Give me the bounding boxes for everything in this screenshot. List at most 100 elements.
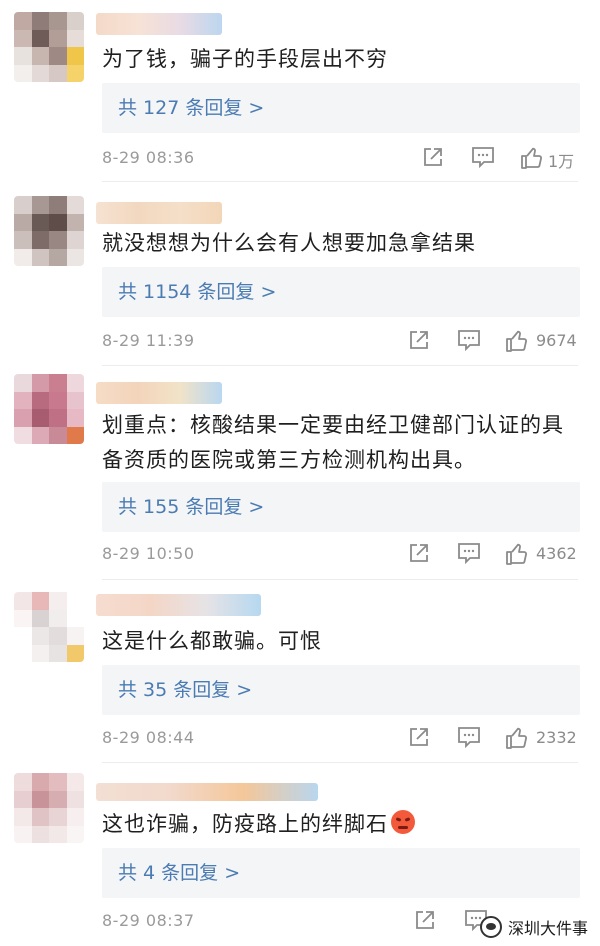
username-blurred[interactable]	[96, 382, 222, 404]
avatar-pixel	[31, 790, 49, 808]
comment-meta: 8-29 08:44 2332	[102, 724, 580, 754]
share-icon[interactable]	[422, 146, 444, 172]
like-count: 2332	[536, 728, 577, 747]
like-icon[interactable]	[505, 542, 529, 568]
avatar-pixel	[31, 627, 49, 645]
comment-time: 8-29 08:44	[102, 728, 195, 747]
replies-button[interactable]: 共 155 条回复 >	[102, 482, 580, 532]
replies-button[interactable]: 共 127 条回复 >	[102, 83, 580, 133]
avatar[interactable]	[14, 592, 84, 662]
username-blurred[interactable]	[96, 783, 318, 801]
avatar-pixel	[14, 231, 32, 249]
avatar-pixel	[14, 773, 32, 791]
like-icon[interactable]	[505, 726, 529, 752]
avatar-pixel	[14, 64, 32, 82]
replies-label: 共 127 条回复 >	[118, 97, 265, 119]
avatar-pixel	[14, 426, 32, 444]
avatar-pixel	[66, 47, 84, 65]
avatar-pixel	[49, 790, 67, 808]
avatar-pixel	[66, 627, 84, 645]
avatar-pixel	[31, 391, 49, 409]
avatar-pixel	[66, 426, 84, 444]
avatar-pixel	[49, 391, 67, 409]
avatar-pixel	[66, 644, 84, 662]
like-icon[interactable]	[520, 146, 544, 172]
comment-text-content: 这也诈骗，防疫路上的绊脚石	[102, 812, 388, 836]
comment-icon[interactable]	[457, 542, 481, 568]
avatar-pixel	[31, 644, 49, 662]
avatar-pixel	[31, 12, 49, 30]
avatar-pixel	[49, 627, 67, 645]
share-icon[interactable]	[408, 726, 430, 752]
avatar-pixel	[14, 592, 32, 610]
comment-time: 8-29 08:36	[102, 148, 195, 167]
avatar-pixel	[14, 627, 32, 645]
avatar[interactable]	[14, 773, 84, 843]
avatar-pixel	[49, 196, 67, 214]
comment-icon[interactable]	[471, 146, 495, 172]
like-count: 1万	[548, 152, 575, 171]
share-icon[interactable]	[408, 542, 430, 568]
avatar-pixel	[66, 12, 84, 30]
avatar[interactable]	[14, 196, 84, 266]
avatar-pixel	[66, 773, 84, 791]
username-blurred[interactable]	[96, 594, 261, 616]
username-blurred[interactable]	[96, 202, 222, 224]
comment-time: 8-29 10:50	[102, 544, 195, 563]
avatar-pixel	[66, 374, 84, 392]
comment-item: 就没想想为什么会有人想要加急拿结果 共 1154 条回复 > 8-29 11:3…	[0, 182, 600, 366]
avatar[interactable]	[14, 12, 84, 82]
avatar-pixel	[66, 825, 84, 843]
comment-text: 就没想想为什么会有人想要加急拿结果	[102, 231, 476, 255]
avatar-pixel	[14, 29, 32, 47]
avatar-pixel	[31, 592, 49, 610]
avatar-pixel	[66, 790, 84, 808]
share-icon[interactable]	[408, 329, 430, 355]
comment-item: 这是什么都敢骗。可恨 共 35 条回复 > 8-29 08:44 2332	[0, 580, 600, 763]
avatar-pixel	[49, 808, 67, 826]
avatar-pixel	[31, 248, 49, 266]
comment-time: 8-29 11:39	[102, 331, 195, 350]
avatar-pixel	[31, 47, 49, 65]
avatar-pixel	[31, 213, 49, 231]
avatar-pixel	[31, 231, 49, 249]
replies-button[interactable]: 共 1154 条回复 >	[102, 267, 580, 317]
avatar-pixel	[14, 12, 32, 30]
avatar-pixel	[49, 374, 67, 392]
angry-face-emoji-icon	[391, 810, 415, 834]
replies-button[interactable]: 共 35 条回复 >	[102, 665, 580, 715]
avatar-pixel	[49, 592, 67, 610]
avatar-pixel	[49, 213, 67, 231]
like-count: 4362	[536, 544, 577, 563]
like-icon[interactable]	[505, 329, 529, 355]
avatar-pixel	[14, 825, 32, 843]
avatar-pixel	[66, 592, 84, 610]
comment-text: 这也诈骗，防疫路上的绊脚石	[102, 807, 580, 842]
avatar-pixel	[49, 409, 67, 427]
avatar-pixel	[14, 644, 32, 662]
avatar-pixel	[31, 196, 49, 214]
comment-icon[interactable]	[457, 329, 481, 355]
replies-button[interactable]: 共 4 条回复 >	[102, 848, 580, 898]
avatar[interactable]	[14, 374, 84, 444]
share-icon[interactable]	[414, 909, 436, 935]
avatar-pixel	[31, 374, 49, 392]
avatar-pixel	[49, 29, 67, 47]
avatar-pixel	[31, 426, 49, 444]
comment-text: 这是什么都敢骗。可恨	[102, 629, 322, 653]
avatar-pixel	[14, 409, 32, 427]
comment-time: 8-29 08:37	[102, 911, 195, 930]
avatar-pixel	[14, 213, 32, 231]
replies-label: 共 4 条回复 >	[118, 862, 241, 884]
avatar-pixel	[49, 248, 67, 266]
avatar-pixel	[14, 47, 32, 65]
comment-item: 划重点：核酸结果一定要由经卫健部门认证的具备资质的医院或第三方检测机构出具。 共…	[0, 366, 600, 580]
avatar-pixel	[31, 808, 49, 826]
replies-label: 共 35 条回复 >	[118, 679, 253, 701]
like-count: 9674	[536, 331, 577, 350]
avatar-pixel	[14, 790, 32, 808]
avatar-pixel	[31, 773, 49, 791]
comment-icon[interactable]	[457, 726, 481, 752]
username-blurred[interactable]	[96, 13, 222, 35]
avatar-pixel	[49, 426, 67, 444]
